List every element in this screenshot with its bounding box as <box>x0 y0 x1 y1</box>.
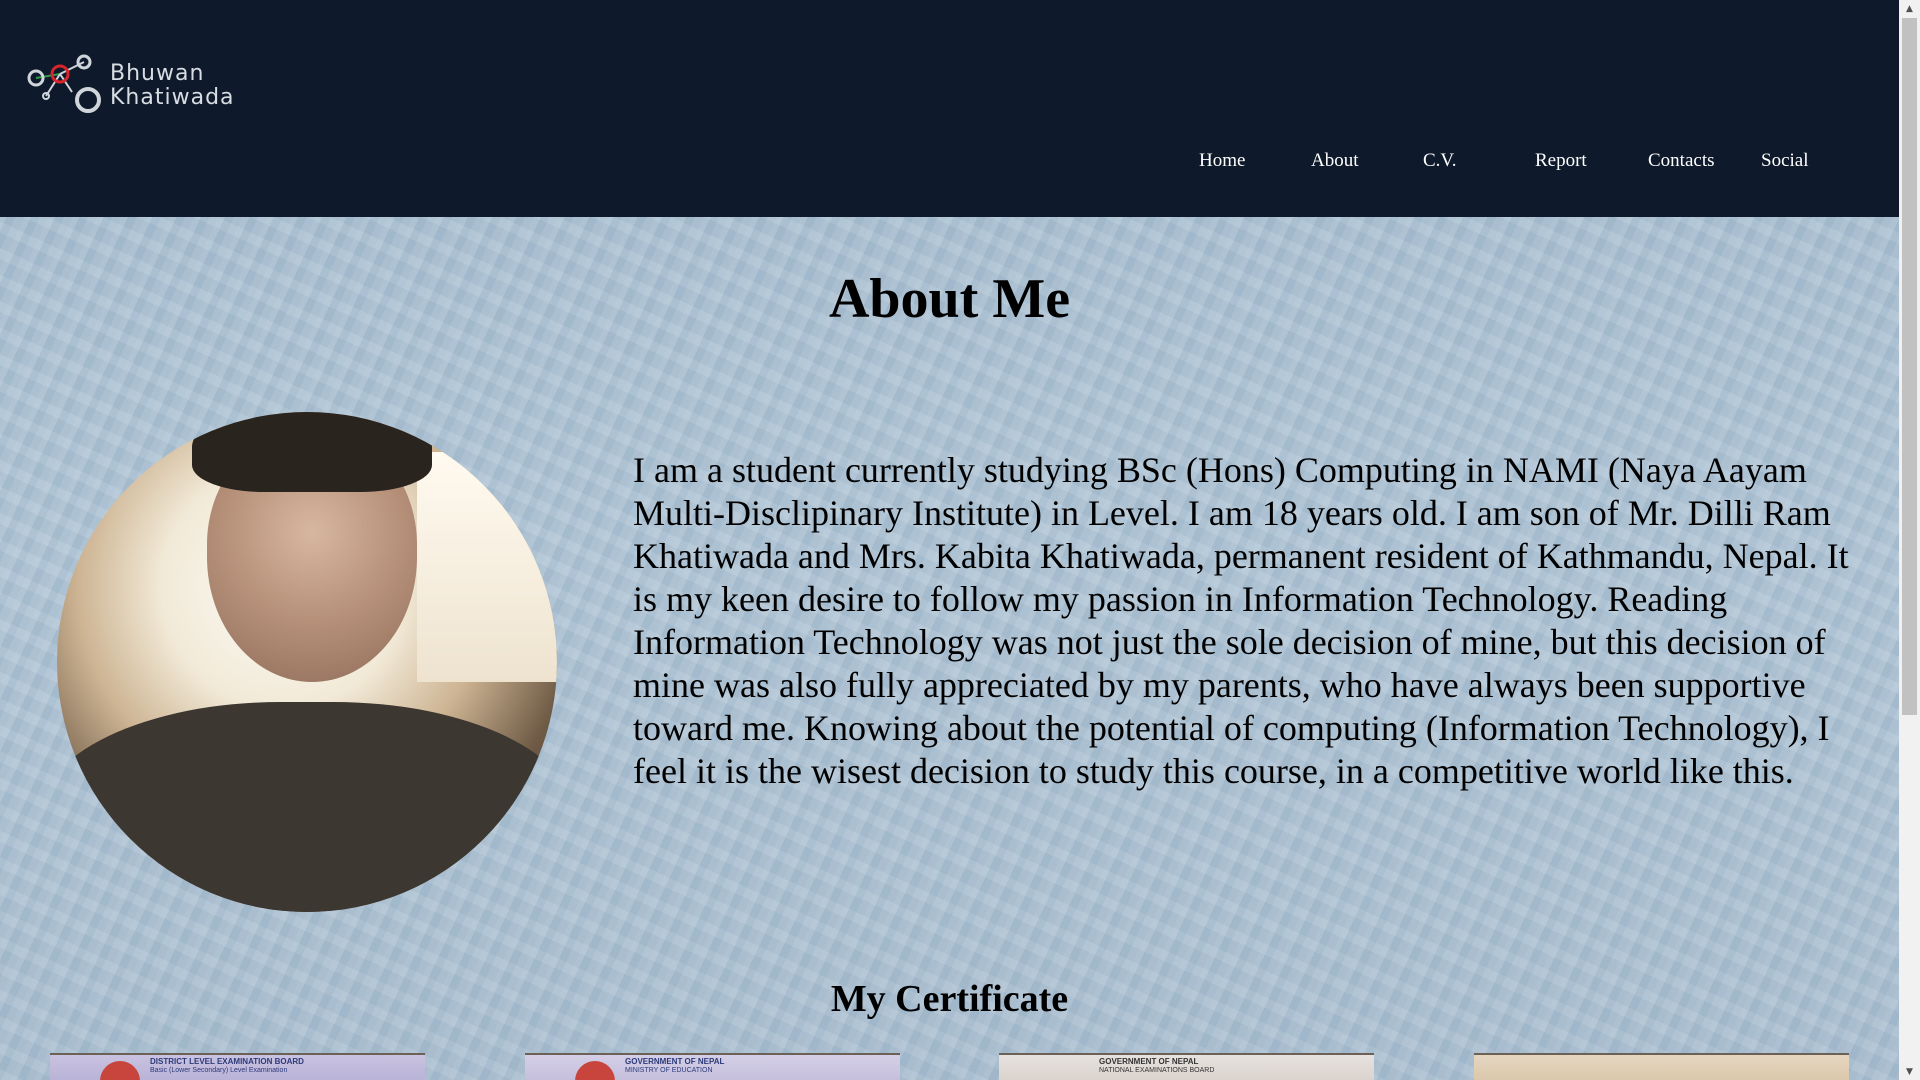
logo-line-2: Khatiwada <box>110 85 235 110</box>
nav-report[interactable]: Report <box>1535 146 1587 176</box>
about-section: About Me I am a student currently studyi… <box>0 217 1899 1080</box>
certificate-2[interactable]: GOVERNMENT OF NEPAL MINISTRY OF EDUCATIO… <box>525 1053 900 1080</box>
vertical-scrollbar[interactable]: ▲ ▼ <box>1899 0 1920 1080</box>
page-title: About Me <box>828 268 1071 330</box>
certificate-3-line1: GOVERNMENT OF NEPAL <box>1099 1057 1199 1066</box>
photo-hair <box>192 412 432 492</box>
nav-social[interactable]: Social <box>1761 146 1809 176</box>
nav-about[interactable]: About <box>1311 146 1359 176</box>
certificate-title: My Certificate <box>830 978 1069 1020</box>
logo-molecule-icon <box>27 54 101 113</box>
nav-home[interactable]: Home <box>1199 146 1245 176</box>
certificate-seal-icon <box>575 1061 615 1080</box>
about-paragraph: I am a student currently studying BSc (H… <box>633 450 1849 791</box>
nav-cv[interactable]: C.V. <box>1423 146 1456 176</box>
logo-text: Bhuwan Khatiwada <box>110 62 235 110</box>
nav-contacts[interactable]: Contacts <box>1648 146 1715 176</box>
photo-window-light <box>417 452 557 682</box>
certificate-seal-icon <box>100 1061 140 1080</box>
certificate-3[interactable]: GOVERNMENT OF NEPAL NATIONAL EXAMINATION… <box>999 1053 1374 1080</box>
logo-line-1: Bhuwan <box>110 61 205 86</box>
photo-sweater <box>57 702 557 912</box>
profile-photo <box>57 412 557 912</box>
certificate-2-line2: MINISTRY OF EDUCATION <box>625 1067 713 1074</box>
certificate-1-line1: DISTRICT LEVEL EXAMINATION BOARD <box>150 1057 304 1066</box>
scroll-up-icon[interactable]: ▲ <box>1899 0 1920 17</box>
scrollbar-thumb[interactable] <box>1902 18 1917 715</box>
site-logo[interactable]: Bhuwan Khatiwada <box>26 52 234 118</box>
certificate-1[interactable]: DISTRICT LEVEL EXAMINATION BOARD Basic (… <box>50 1053 425 1080</box>
site-header: Bhuwan Khatiwada Home About C.V. Report … <box>0 0 1899 217</box>
scroll-down-icon[interactable]: ▼ <box>1899 1063 1920 1080</box>
certificate-3-line2: NATIONAL EXAMINATIONS BOARD <box>1099 1067 1215 1074</box>
certificate-1-line2: Basic (Lower Secondary) Level Examinatio… <box>150 1067 288 1074</box>
certificate-4[interactable] <box>1474 1053 1849 1080</box>
certificate-2-line1: GOVERNMENT OF NEPAL <box>625 1057 725 1066</box>
